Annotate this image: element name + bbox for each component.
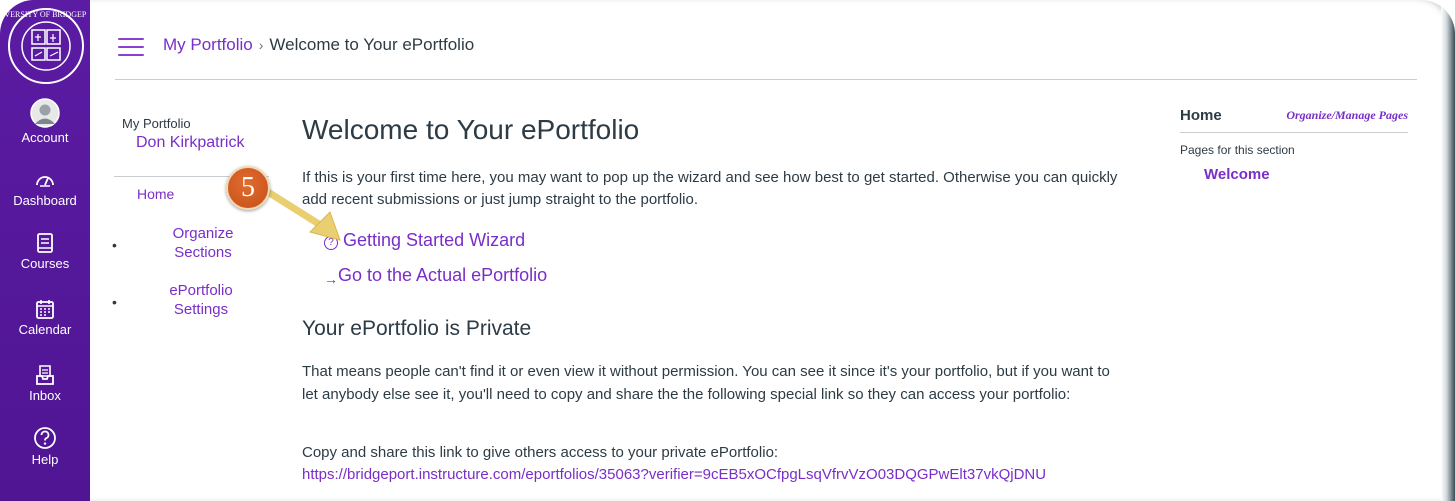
hamburger-menu-icon[interactable]: [118, 38, 144, 56]
nav-inbox[interactable]: Inbox: [0, 364, 90, 403]
page-title: Welcome to Your ePortfolio: [302, 114, 640, 145]
getting-started-wizard-label: Getting Started Wizard: [343, 230, 526, 250]
share-text-block: Copy and share this link to give others …: [302, 442, 1132, 486]
breadcrumb-current: Welcome to Your ePortfolio: [269, 35, 475, 54]
share-text: Copy and share this link to give others …: [302, 444, 779, 461]
go-to-eportfolio-label: Go to the Actual ePortfolio: [338, 265, 548, 285]
private-heading: Your ePortfolio is Private: [302, 317, 532, 340]
nav-calendar[interactable]: Calendar: [0, 298, 90, 337]
header-divider: [115, 79, 1417, 80]
window-edge: [1441, 0, 1455, 501]
sidebar-page-welcome[interactable]: Welcome: [1204, 166, 1270, 183]
nav-account-label: Account: [21, 130, 69, 145]
nav-help-label: Help: [31, 452, 59, 467]
breadcrumb-separator-icon: ›: [258, 37, 264, 53]
intro-text: If this is your first time here, you may…: [302, 169, 1118, 208]
organize-manage-pages-link[interactable]: Organize/Manage Pages: [1286, 108, 1408, 123]
sidebar-home-heading: Home: [1180, 107, 1222, 124]
pages-for-section-label: Pages for this section: [1180, 143, 1295, 157]
nav-calendar-label: Calendar: [18, 322, 72, 337]
getting-started-wizard-link[interactable]: ? Getting Started Wizard: [324, 230, 525, 251]
section-nav-organize-sections[interactable]: Organize Sections: [112, 224, 272, 262]
step-callout-badge: 5: [226, 166, 270, 210]
portfolio-owner-link[interactable]: Don Kirkpatrick: [136, 134, 244, 152]
logo-text: UNIVERSITY OF BRIDGEPORT: [6, 10, 86, 19]
global-nav: UNIVERSITY OF BRIDGEPORT Account Dashboa…: [0, 0, 90, 501]
private-share-link[interactable]: https://bridgeport.instructure.com/eport…: [302, 466, 1046, 483]
nav-account[interactable]: Account: [0, 98, 90, 145]
courses-icon: [37, 233, 53, 253]
sidebar-divider: [1180, 132, 1408, 133]
nav-courses-label: Courses: [20, 256, 70, 271]
breadcrumb-my-portfolio[interactable]: My Portfolio: [163, 35, 253, 54]
nav-courses[interactable]: Courses: [0, 232, 90, 271]
app-window: UNIVERSITY OF BRIDGEPORT Account Dashboa…: [0, 0, 1455, 501]
nav-dashboard[interactable]: Dashboard: [0, 169, 90, 208]
avatar-icon: [30, 98, 60, 128]
inbox-icon: [36, 365, 54, 385]
dashboard-icon: [36, 176, 54, 187]
nav-dashboard-label: Dashboard: [13, 193, 77, 208]
nav-inbox-label: Inbox: [29, 388, 61, 403]
private-text: That means people can't find it or even …: [302, 363, 1110, 403]
question-circle-icon: ?: [324, 236, 338, 250]
university-logo-icon[interactable]: UNIVERSITY OF BRIDGEPORT: [6, 6, 86, 86]
section-nav-label: My Portfolio: [122, 116, 191, 131]
go-to-eportfolio-link[interactable]: →Go to the Actual ePortfolio: [324, 265, 547, 287]
help-icon: [34, 427, 56, 449]
calendar-icon: [36, 300, 54, 319]
section-nav-eportfolio-settings[interactable]: ePortfolio Settings: [112, 281, 272, 319]
arrow-right-icon: →: [324, 271, 338, 287]
breadcrumb: My Portfolio › Welcome to Your ePortfolio: [163, 35, 474, 55]
nav-help[interactable]: Help: [0, 426, 90, 467]
section-nav-home[interactable]: Home: [137, 186, 174, 202]
